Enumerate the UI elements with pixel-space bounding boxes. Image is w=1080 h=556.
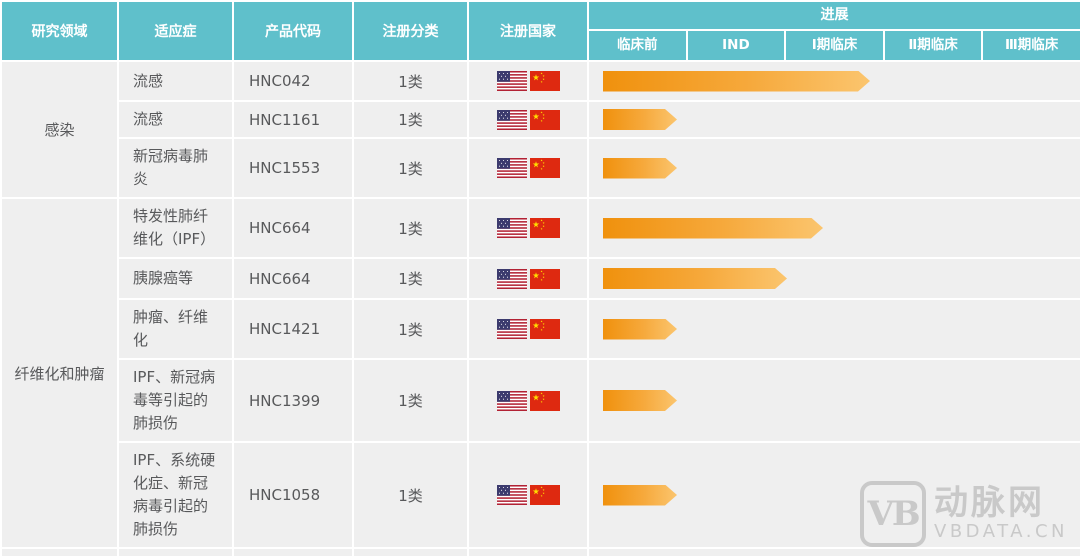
pipeline-table-page: 研究领域 适应症 产品代码 注册分类 注册国家 进展 临床前 IND I期临床 … (0, 0, 1080, 556)
china-flag-icon (530, 158, 560, 178)
registration-country-cell (468, 258, 588, 299)
product-code-cell: HNC1058 (233, 442, 353, 548)
us-flag-icon (497, 485, 527, 505)
watermark: VB 动脉网 VBDATA.CN (860, 481, 1068, 547)
col-header-product-code: 产品代码 (233, 1, 353, 61)
progress-cell (588, 138, 1080, 198)
table-row: 感染 流感 HNC042 1类 (1, 61, 1080, 101)
progress-header-label: 进展 (589, 2, 1080, 31)
china-flag-icon (530, 319, 560, 339)
registration-country-cell (468, 198, 588, 258)
stage-header-preclinical: 临床前 (589, 31, 686, 60)
progress-cell (588, 198, 1080, 258)
stage-header-phase3: Ⅲ期临床 (981, 31, 1080, 60)
stage-header-phase1: I期临床 (784, 31, 883, 60)
progress-bar (603, 319, 677, 340)
us-flag-icon (497, 269, 527, 289)
table-row: IPF、新冠病毒等引起的肺损伤 HNC1399 1类 (1, 359, 1080, 442)
product-code-cell: HNC1399 (233, 359, 353, 442)
progress-bar (603, 268, 787, 289)
registration-class-cell: 1类 (353, 299, 468, 359)
indication-cell: 特发性肺纤维化（IPF） (118, 198, 233, 258)
col-header-research-area: 研究领域 (1, 1, 118, 61)
table-row: 纤维化和肿瘤 特发性肺纤维化（IPF） HNC664 1类 (1, 198, 1080, 258)
registration-class-cell: 1类 (353, 359, 468, 442)
registration-class-cell: 1类 (353, 61, 468, 101)
progress-cell (588, 359, 1080, 442)
research-area-cell: 感染 (1, 61, 118, 198)
progress-bar (603, 485, 677, 506)
col-header-registration-class: 注册分类 (353, 1, 468, 61)
registration-country-cell (468, 359, 588, 442)
indication-cell: 肿瘤、纤维化 (118, 299, 233, 359)
china-flag-icon (530, 71, 560, 91)
us-flag-icon (497, 158, 527, 178)
us-flag-icon (497, 319, 527, 339)
research-area-cell: 纤维化和肿瘤 (1, 198, 118, 548)
table-row: 肿瘤、纤维化 HNC1421 1类 (1, 299, 1080, 359)
us-flag-icon (497, 218, 527, 238)
col-header-indication: 适应症 (118, 1, 233, 61)
indication-cell: IPF、系统硬化症、新冠病毒引起的肺损伤 (118, 442, 233, 548)
china-flag-icon (530, 485, 560, 505)
progress-bar (603, 71, 870, 92)
stage-header-phase2: Ⅱ期临床 (883, 31, 982, 60)
indication-cell: 新冠病毒肺炎 (118, 138, 233, 198)
china-flag-icon (530, 218, 560, 238)
table-row: 流感 HNC1161 1类 (1, 101, 1080, 138)
table-row: 代谢疾病 糖尿病 HNC1031 1类 (1, 548, 1080, 556)
us-flag-icon (497, 71, 527, 91)
registration-country-cell (468, 101, 588, 138)
progress-bar (603, 158, 677, 179)
progress-bar (603, 218, 823, 239)
registration-country-cell (468, 442, 588, 548)
china-flag-icon (530, 110, 560, 130)
indication-cell: 胰腺癌等 (118, 258, 233, 299)
progress-cell (588, 548, 1080, 556)
us-flag-icon (497, 110, 527, 130)
progress-cell (588, 61, 1080, 101)
header-row: 研究领域 适应症 产品代码 注册分类 注册国家 进展 临床前 IND I期临床 … (1, 1, 1080, 61)
stage-header-ind: IND (686, 31, 785, 60)
product-code-cell: HNC664 (233, 258, 353, 299)
pipeline-table: 研究领域 适应症 产品代码 注册分类 注册国家 进展 临床前 IND I期临床 … (0, 0, 1080, 556)
progress-cell (588, 101, 1080, 138)
us-flag-icon (497, 391, 527, 411)
vb-logo-icon: VB (860, 481, 926, 547)
indication-cell: 流感 (118, 61, 233, 101)
table-row: 新冠病毒肺炎 HNC1553 1类 (1, 138, 1080, 198)
registration-class-cell: 1类 (353, 442, 468, 548)
registration-country-cell (468, 299, 588, 359)
product-code-cell: HNC1553 (233, 138, 353, 198)
registration-country-cell (468, 548, 588, 556)
china-flag-icon (530, 391, 560, 411)
china-flag-icon (530, 269, 560, 289)
progress-cell (588, 258, 1080, 299)
registration-class-cell: 1类 (353, 198, 468, 258)
indication-cell: 糖尿病 (118, 548, 233, 556)
registration-class-cell: 1类 (353, 258, 468, 299)
watermark-site-url: VBDATA.CN (934, 523, 1068, 542)
registration-country-cell (468, 138, 588, 198)
product-code-cell: HNC1031 (233, 548, 353, 556)
progress-cell (588, 299, 1080, 359)
table-row: 胰腺癌等 HNC664 1类 (1, 258, 1080, 299)
registration-country-cell (468, 61, 588, 101)
progress-bar (603, 109, 677, 130)
product-code-cell: HNC042 (233, 61, 353, 101)
progress-bar (603, 390, 677, 411)
registration-class-cell: 1类 (353, 101, 468, 138)
product-code-cell: HNC664 (233, 198, 353, 258)
registration-class-cell: 1类 (353, 548, 468, 556)
research-area-cell: 代谢疾病 (1, 548, 118, 556)
watermark-brand-name: 动脉网 (934, 486, 1068, 522)
product-code-cell: HNC1161 (233, 101, 353, 138)
progress-stage-headers: 临床前 IND I期临床 Ⅱ期临床 Ⅲ期临床 (589, 31, 1080, 60)
col-header-progress: 进展 临床前 IND I期临床 Ⅱ期临床 Ⅲ期临床 (588, 1, 1080, 61)
col-header-registration-country: 注册国家 (468, 1, 588, 61)
registration-class-cell: 1类 (353, 138, 468, 198)
product-code-cell: HNC1421 (233, 299, 353, 359)
indication-cell: 流感 (118, 101, 233, 138)
indication-cell: IPF、新冠病毒等引起的肺损伤 (118, 359, 233, 442)
